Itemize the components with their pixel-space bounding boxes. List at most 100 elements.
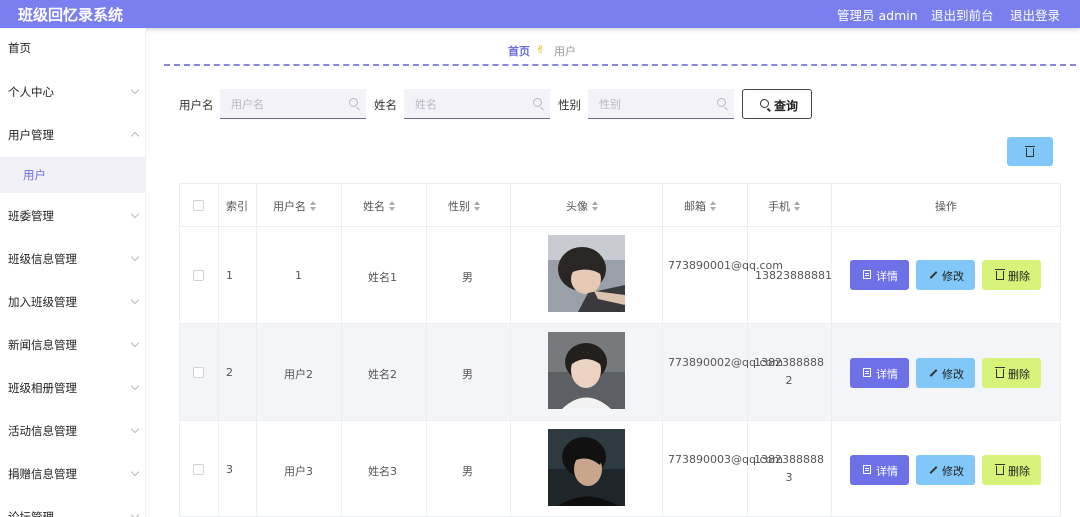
- bulk-delete-button[interactable]: [1007, 137, 1053, 166]
- sidebar-item-label: 加入班级管理: [8, 295, 77, 309]
- column-divider: [662, 184, 663, 516]
- edit-button[interactable]: 修改: [916, 455, 975, 485]
- delete-button-label: 删除: [1008, 465, 1030, 478]
- sidebar-item-label: 用户: [23, 168, 46, 182]
- search-icon: [717, 98, 726, 107]
- avatar-photo: [548, 429, 625, 506]
- header-divider: [180, 226, 1060, 227]
- username-placeholder: 用户名: [231, 98, 264, 111]
- breadcrumb-home[interactable]: 首页: [508, 43, 530, 59]
- sort-icon[interactable]: [474, 201, 481, 211]
- search-icon: [533, 98, 542, 107]
- edit-button[interactable]: 修改: [916, 358, 975, 388]
- detail-button[interactable]: 详情: [850, 455, 909, 485]
- sidebar-item-label: 个人中心: [8, 85, 54, 99]
- trash-icon: [1025, 146, 1035, 157]
- cell-username: 1: [295, 269, 302, 282]
- detail-button-label: 详情: [876, 270, 898, 283]
- sort-icon[interactable]: [310, 201, 317, 211]
- sidebar-item-class-info[interactable]: 班级信息管理: [0, 241, 145, 277]
- cell-gender: 男: [462, 465, 473, 478]
- detail-button[interactable]: 详情: [850, 358, 909, 388]
- sidebar-item-committee-management[interactable]: 班委管理: [0, 198, 145, 234]
- row-checkbox[interactable]: [193, 367, 204, 378]
- avatar[interactable]: [548, 429, 625, 506]
- sidebar-item-label: 用户管理: [8, 128, 54, 142]
- cell-name: 姓名3: [368, 465, 397, 478]
- logout-link[interactable]: 退出登录: [1010, 5, 1060, 24]
- back-to-front-link[interactable]: 退出到前台: [931, 5, 994, 24]
- query-button-label: 查询: [774, 99, 799, 113]
- detail-button-label: 详情: [876, 465, 898, 478]
- sidebar-item-news[interactable]: 新闻信息管理: [0, 327, 145, 363]
- chevron-down-icon: [130, 424, 140, 434]
- delete-button-label: 删除: [1008, 368, 1030, 381]
- sidebar-item-personal-center[interactable]: 个人中心: [0, 74, 145, 110]
- search-icon: [760, 99, 769, 108]
- chevron-down-icon: [130, 209, 140, 219]
- sidebar-item-home[interactable]: 首页: [0, 30, 145, 66]
- sidebar-item-donations[interactable]: 捐赠信息管理: [0, 456, 145, 492]
- delete-button[interactable]: 删除: [982, 260, 1041, 290]
- chevron-down-icon: [130, 85, 140, 95]
- cell-username: 用户3: [284, 465, 313, 478]
- gender-search-input[interactable]: 性别: [588, 89, 734, 119]
- chevron-down-icon: [130, 295, 140, 305]
- detail-button-label: 详情: [876, 368, 898, 381]
- sort-icon[interactable]: [389, 201, 396, 211]
- user-table: 索引 用户名 姓名 性别 头像 邮箱 手机 操作 1 1 姓名1 男 77389…: [179, 183, 1061, 517]
- document-icon: [863, 368, 871, 377]
- name-search-input[interactable]: 姓名: [404, 89, 550, 119]
- row-divider: [180, 420, 1060, 421]
- avatar-photo: [548, 332, 625, 409]
- select-all-checkbox[interactable]: [193, 200, 204, 211]
- cell-email: 773890002@qq.com: [668, 356, 783, 369]
- avatar[interactable]: [548, 332, 625, 409]
- sort-icon[interactable]: [794, 201, 801, 211]
- sidebar-item-album[interactable]: 班级相册管理: [0, 370, 145, 406]
- sidebar-item-label: 活动信息管理: [8, 424, 77, 438]
- gender-filter-label: 性别: [558, 98, 581, 112]
- sidebar-item-forum[interactable]: 论坛管理: [0, 499, 145, 517]
- sidebar-item-join-class[interactable]: 加入班级管理: [0, 284, 145, 320]
- sidebar: 首页 个人中心 用户管理 用户 班委管理 班级信息管理 加入班级管理 新闻信息管…: [0, 28, 146, 517]
- chevron-down-icon: [130, 381, 140, 391]
- sidebar-item-user-management[interactable]: 用户管理: [0, 117, 145, 153]
- sidebar-item-users[interactable]: 用户: [0, 157, 145, 193]
- query-button[interactable]: 查询: [742, 89, 812, 119]
- sidebar-item-label: 班级相册管理: [8, 381, 77, 395]
- avatar[interactable]: [548, 235, 625, 312]
- name-filter-label: 姓名: [374, 98, 397, 112]
- column-divider: [341, 184, 342, 516]
- cell-email: 773890001@qq.com: [668, 259, 783, 272]
- edit-icon: [929, 271, 938, 279]
- admin-user-label: 管理员 admin: [837, 8, 918, 23]
- cell-index: 1: [226, 269, 233, 282]
- column-divider: [747, 184, 748, 516]
- delete-button[interactable]: 删除: [982, 455, 1041, 485]
- sidebar-item-label: 捐赠信息管理: [8, 467, 77, 481]
- search-icon: [349, 98, 358, 107]
- gender-placeholder: 性别: [599, 98, 621, 111]
- breadcrumb-current: 用户: [554, 45, 576, 58]
- sort-icon[interactable]: [710, 201, 717, 211]
- chevron-down-icon: [130, 252, 140, 262]
- detail-button[interactable]: 详情: [850, 260, 909, 290]
- sort-icon[interactable]: [592, 201, 599, 211]
- breadcrumb-separator-icon: ✌: [536, 43, 546, 56]
- cell-name: 姓名1: [368, 271, 397, 284]
- edit-button[interactable]: 修改: [916, 260, 975, 290]
- chevron-up-icon: [130, 131, 140, 141]
- sidebar-item-label: 班级信息管理: [8, 252, 77, 266]
- username-search-input[interactable]: 用户名: [220, 89, 366, 119]
- delete-button[interactable]: 删除: [982, 358, 1041, 388]
- column-divider: [218, 184, 219, 516]
- sidebar-item-label: 新闻信息管理: [8, 338, 77, 352]
- row-checkbox[interactable]: [193, 464, 204, 475]
- sidebar-item-activities[interactable]: 活动信息管理: [0, 413, 145, 449]
- chevron-down-icon: [130, 467, 140, 477]
- column-divider: [256, 184, 257, 516]
- sidebar-item-label: 首页: [8, 41, 31, 55]
- trash-icon: [995, 367, 1005, 378]
- row-checkbox[interactable]: [193, 270, 204, 281]
